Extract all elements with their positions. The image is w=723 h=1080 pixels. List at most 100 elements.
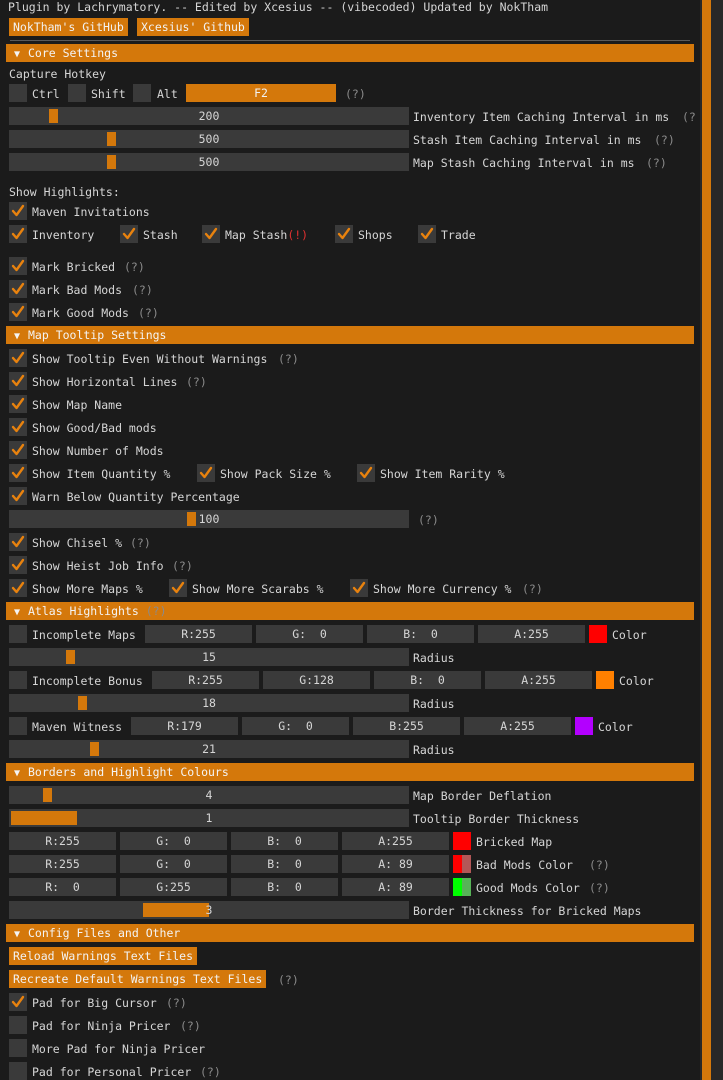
incomplete-bonus-b-field[interactable]: B: 0 xyxy=(374,671,481,689)
incomplete-maps-color-swatch[interactable] xyxy=(589,625,607,643)
heist-job-checkbox[interactable] xyxy=(9,556,27,574)
stash-caching-slider[interactable]: 500 xyxy=(9,130,409,148)
scrollbar-thumb[interactable] xyxy=(702,0,711,1080)
good-mods-a-field[interactable]: A: 89 xyxy=(342,878,449,896)
help-icon[interactable]: (?) xyxy=(522,582,543,596)
help-icon[interactable]: (?) xyxy=(138,306,159,320)
incomplete-bonus-radius-slider[interactable]: 18 xyxy=(9,694,409,712)
item-rarity-checkbox[interactable] xyxy=(357,464,375,482)
help-icon[interactable]: (?) xyxy=(172,559,193,573)
map-stash-checkbox[interactable] xyxy=(202,225,220,243)
number-of-mods-checkbox[interactable] xyxy=(9,441,27,459)
mark-bad-mods-checkbox[interactable] xyxy=(9,280,27,298)
maven-invitations-checkbox[interactable] xyxy=(9,202,27,220)
section-core-settings[interactable]: ▼ Core Settings xyxy=(6,44,694,62)
incomplete-bonus-g-field[interactable]: G:128 xyxy=(263,671,370,689)
inventory-checkbox[interactable] xyxy=(9,225,27,243)
pad-ninja-pricer-checkbox[interactable] xyxy=(9,1016,27,1034)
chisel-checkbox[interactable] xyxy=(9,533,27,551)
bad-mods-a-field[interactable]: A: 89 xyxy=(342,855,449,873)
help-icon[interactable]: (?) xyxy=(418,513,439,527)
bricked-color-swatch[interactable] xyxy=(453,832,471,850)
good-mods-r-field[interactable]: R: 0 xyxy=(9,878,116,896)
help-icon[interactable]: (?) xyxy=(589,858,610,872)
maven-witness-radius-slider[interactable]: 21 xyxy=(9,740,409,758)
maven-witness-checkbox[interactable] xyxy=(9,717,27,735)
pad-personal-pricer-checkbox[interactable] xyxy=(9,1062,27,1080)
pack-size-checkbox[interactable] xyxy=(197,464,215,482)
maven-witness-color-swatch[interactable] xyxy=(575,717,593,735)
maven-witness-g-field[interactable]: G: 0 xyxy=(242,717,349,735)
bad-mods-b-field[interactable]: B: 0 xyxy=(231,855,338,873)
slider-grab[interactable] xyxy=(107,155,116,169)
bricked-a-field[interactable]: A:255 xyxy=(342,832,449,850)
more-scarabs-checkbox[interactable] xyxy=(169,579,187,597)
shift-checkbox[interactable] xyxy=(68,84,86,102)
help-icon[interactable]: (?) xyxy=(654,133,675,147)
help-icon[interactable]: (?) xyxy=(278,973,299,987)
help-icon[interactable]: (?) xyxy=(345,87,366,101)
stash-checkbox[interactable] xyxy=(120,225,138,243)
bricked-b-field[interactable]: B: 0 xyxy=(231,832,338,850)
slider-grab[interactable] xyxy=(66,650,75,664)
help-icon[interactable]: (?) xyxy=(646,156,667,170)
incomplete-bonus-color-swatch[interactable] xyxy=(596,671,614,689)
maven-witness-b-field[interactable]: B:255 xyxy=(353,717,460,735)
incomplete-bonus-r-field[interactable]: R:255 xyxy=(152,671,259,689)
map-stash-caching-slider[interactable]: 500 xyxy=(9,153,409,171)
incomplete-maps-g-field[interactable]: G: 0 xyxy=(256,625,363,643)
good-mods-color-swatch[interactable] xyxy=(453,878,471,896)
nokthams-github-button[interactable]: NokTham's GitHub xyxy=(9,18,128,36)
section-config-files[interactable]: ▼ Config Files and Other xyxy=(6,924,694,942)
help-icon[interactable]: (?) xyxy=(166,996,187,1010)
help-icon[interactable]: (?) xyxy=(180,1019,201,1033)
slider-grab[interactable] xyxy=(187,512,196,526)
bad-mods-g-field[interactable]: G: 0 xyxy=(120,855,227,873)
maven-witness-r-field[interactable]: R:179 xyxy=(131,717,238,735)
help-icon[interactable]: (?) xyxy=(200,1065,221,1079)
bricked-r-field[interactable]: R:255 xyxy=(9,832,116,850)
horizontal-lines-checkbox[interactable] xyxy=(9,372,27,390)
help-icon[interactable]: (?) xyxy=(132,283,153,297)
map-name-checkbox[interactable] xyxy=(9,395,27,413)
xcesius-github-button[interactable]: Xcesius' Github xyxy=(137,18,249,36)
mark-bricked-checkbox[interactable] xyxy=(9,257,27,275)
bricked-g-field[interactable]: G: 0 xyxy=(120,832,227,850)
slider-grab[interactable] xyxy=(49,109,58,123)
mark-good-mods-checkbox[interactable] xyxy=(9,303,27,321)
incomplete-maps-radius-slider[interactable]: 15 xyxy=(9,648,409,666)
hotkey-button[interactable]: F2 xyxy=(186,84,336,102)
recreate-warnings-button[interactable]: Recreate Default Warnings Text Files xyxy=(9,970,267,988)
help-icon[interactable]: (?) xyxy=(124,260,145,274)
bad-mods-r-field[interactable]: R:255 xyxy=(9,855,116,873)
tooltip-even-without-warnings-checkbox[interactable] xyxy=(9,349,27,367)
warn-below-quantity-checkbox[interactable] xyxy=(9,487,27,505)
alt-checkbox[interactable] xyxy=(133,84,151,102)
tooltip-border-thickness-slider[interactable]: 1 xyxy=(9,809,409,827)
incomplete-maps-b-field[interactable]: B: 0 xyxy=(367,625,474,643)
incomplete-maps-r-field[interactable]: R:255 xyxy=(145,625,252,643)
trade-checkbox[interactable] xyxy=(418,225,436,243)
shops-checkbox[interactable] xyxy=(335,225,353,243)
reload-warnings-button[interactable]: Reload Warnings Text Files xyxy=(9,947,198,965)
more-currency-checkbox[interactable] xyxy=(350,579,368,597)
help-icon[interactable]: (?) xyxy=(146,604,167,618)
map-border-deflation-slider[interactable]: 4 xyxy=(9,786,409,804)
bricked-border-thickness-slider[interactable]: 3 xyxy=(9,901,409,919)
good-mods-g-field[interactable]: G:255 xyxy=(120,878,227,896)
help-icon[interactable]: (?) xyxy=(130,536,151,550)
incomplete-bonus-a-field[interactable]: A:255 xyxy=(485,671,592,689)
help-icon[interactable]: (?) xyxy=(589,881,610,895)
help-icon[interactable]: (? xyxy=(682,110,696,124)
help-icon[interactable]: (?) xyxy=(278,352,299,366)
good-bad-mods-checkbox[interactable] xyxy=(9,418,27,436)
ctrl-checkbox[interactable] xyxy=(9,84,27,102)
more-maps-checkbox[interactable] xyxy=(9,579,27,597)
incomplete-maps-checkbox[interactable] xyxy=(9,625,27,643)
help-icon[interactable]: (?) xyxy=(186,375,207,389)
more-pad-ninja-pricer-checkbox[interactable] xyxy=(9,1039,27,1057)
incomplete-bonus-checkbox[interactable] xyxy=(9,671,27,689)
slider-grab[interactable] xyxy=(107,132,116,146)
item-quantity-checkbox[interactable] xyxy=(9,464,27,482)
bad-mods-color-swatch[interactable] xyxy=(453,855,471,873)
